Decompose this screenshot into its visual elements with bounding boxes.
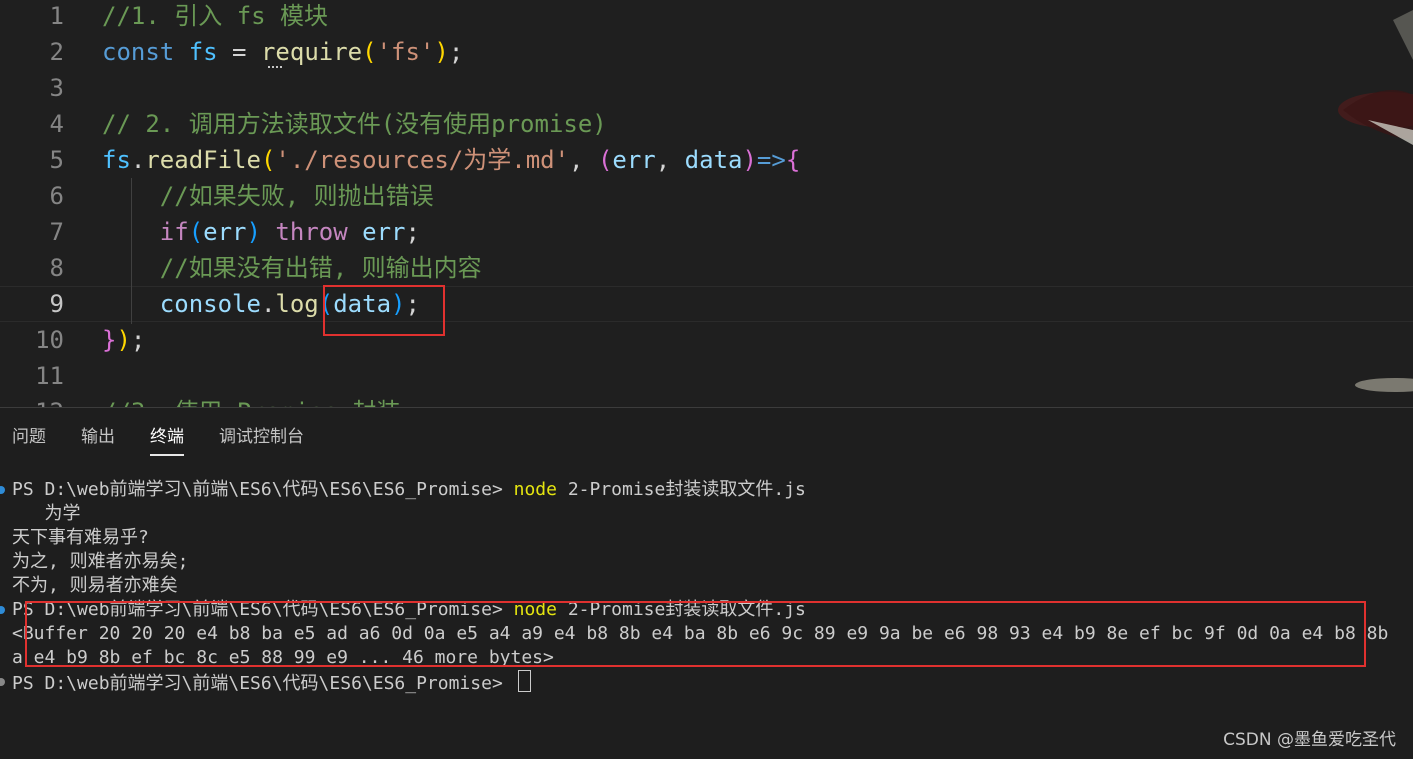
code-token: fs — [188, 38, 218, 66]
code-token: //如果没有出错, 则输出内容 — [102, 254, 482, 282]
terminal-cursor[interactable] — [517, 670, 531, 692]
line-code: //如果失败, 则抛出错误 — [102, 178, 434, 214]
line-number: 4 — [49, 110, 64, 138]
hint-squiggle — [268, 63, 282, 68]
code-token: , — [569, 146, 598, 174]
command-args: 2-Promise封装读取文件.js — [556, 479, 806, 500]
line-number: 10 — [35, 326, 64, 354]
code-token: ) — [434, 38, 449, 66]
output-line: 为学 — [12, 503, 81, 524]
code-token: ( — [597, 146, 613, 174]
line-number: 7 — [49, 218, 64, 246]
code-token: err — [362, 218, 406, 246]
line-number: 1 — [49, 2, 64, 30]
code-token: throw — [275, 218, 348, 246]
prompt: PS D:\web前端学习\前端\ES6\代码\ES6\ES6_Promise> — [12, 479, 514, 500]
line-number: 9 — [49, 290, 64, 318]
line-code: // 2. 调用方法读取文件(没有使用promise) — [102, 106, 607, 142]
highlight-box-buffer — [25, 601, 1366, 667]
code-line[interactable]: 1 //1. 引入 fs 模块 — [0, 0, 1413, 34]
tab-output[interactable]: 输出 — [81, 422, 115, 447]
code-token: //3. 使用 Promise 封装 — [102, 398, 400, 407]
terminal-line: PS D:\web前端学习\前端\ES6\代码\ES6\ES6_Promise> — [12, 670, 531, 696]
code-token: err — [203, 218, 247, 246]
code-token: const — [102, 38, 175, 66]
background-decoration — [1338, 10, 1413, 392]
code-token: //如果失败, 则抛出错误 — [102, 182, 434, 210]
line-code: }); — [102, 322, 145, 358]
code-line[interactable]: 3 — [0, 70, 1413, 106]
code-token: fs — [102, 146, 131, 174]
code-editor[interactable]: 1//1. 引入 fs 模块 2 const fs = require('fs');… — [0, 0, 1413, 407]
code-token: // 2. 调用方法读取文件(没有使用promise) — [102, 110, 607, 138]
line-code: fs.readFile('./resources/为学.md', (err, d… — [102, 142, 800, 178]
code-token: ; — [130, 326, 146, 354]
code-token: err — [612, 146, 656, 174]
line-number: 12 — [0, 394, 64, 407]
code-token: ( — [362, 38, 377, 66]
code-token: data — [684, 146, 743, 174]
line-number: 11 — [35, 362, 64, 390]
code-token: } — [102, 326, 117, 354]
code-token: . — [260, 290, 276, 318]
code-token: ) — [742, 146, 757, 174]
line-code: //如果没有出错, 则输出内容 — [102, 250, 482, 286]
code-token: //1. 引入 fs 模块 — [102, 2, 329, 30]
code-line[interactable]: 4 // 2. 调用方法读取文件(没有使用promise) — [0, 106, 1413, 142]
indent-guide — [131, 178, 132, 324]
line-code: //1. 引入 fs 模块 — [102, 0, 328, 34]
code-token: require — [260, 38, 363, 66]
line-number: 6 — [49, 182, 64, 210]
prompt: PS D:\web前端学习\前端\ES6\代码\ES6\ES6_Promise> — [12, 673, 514, 694]
line-number: 5 — [49, 146, 64, 174]
output-line: 天下事有难易乎? — [12, 527, 149, 548]
code-token: => — [756, 146, 786, 174]
code-line[interactable]: 2 const fs = require('fs'); — [0, 34, 1413, 70]
watermark: CSDN @墨鱼爱吃圣代 — [1223, 730, 1396, 750]
code-token: . — [130, 146, 146, 174]
code-token: if — [159, 218, 189, 246]
code-token: ; — [448, 38, 464, 66]
tab-terminal[interactable]: 终端 — [150, 422, 184, 456]
line-number: 2 — [49, 38, 64, 66]
bottom-panel: 问题 输出 终端 调试控制台 — [0, 407, 1413, 759]
code-token: 'fs' — [376, 38, 435, 66]
command: node — [513, 479, 557, 500]
line-number: 3 — [49, 74, 64, 102]
tab-debug-console[interactable]: 调试控制台 — [219, 422, 304, 447]
code-line[interactable]: 11 — [0, 358, 1413, 394]
line-number: 8 — [49, 254, 64, 282]
code-token: log — [275, 290, 319, 318]
code-token: console — [159, 290, 261, 318]
code-token: = — [217, 38, 261, 66]
line-code: //3. 使用 Promise 封装 — [102, 394, 400, 407]
code-line[interactable]: 5 fs.readFile('./resources/为学.md', (err, … — [0, 142, 1413, 178]
code-token: ; — [405, 218, 420, 246]
panel-tabs: 问题 输出 终端 调试控制台 — [0, 408, 1413, 458]
code-line[interactable]: 10}); — [0, 322, 1413, 358]
code-line[interactable]: 8 //如果没有出错, 则输出内容 — [0, 250, 1413, 286]
code-token: ) — [116, 326, 131, 354]
output-line: 为之, 则难者亦易矣; — [12, 551, 189, 572]
code-token: , — [655, 146, 685, 174]
terminal-line: PS D:\web前端学习\前端\ES6\代码\ES6\ES6_Promise>… — [12, 478, 806, 502]
code-line[interactable]: 9 console.log(data); — [0, 286, 1413, 322]
code-token: { — [785, 146, 801, 174]
line-code: if(err) throw err; — [102, 214, 420, 250]
code-line[interactable]: 6 //如果失败, 则抛出错误 — [0, 178, 1413, 214]
code-token: ) — [246, 218, 261, 246]
highlight-box-log-call — [323, 285, 445, 336]
code-line[interactable]: 7 if(err) throw err; — [0, 214, 1413, 250]
line-code: const fs = require('fs'); — [102, 34, 463, 70]
output-line: 不为, 则易者亦难矣 — [12, 575, 178, 596]
code-line[interactable]: 12 //3. 使用 Promise 封装 — [0, 394, 1413, 407]
code-token: ( — [188, 218, 204, 246]
code-token: './resources/为学.md' — [275, 146, 570, 174]
tab-problems[interactable]: 问题 — [12, 422, 46, 447]
code-token: readFile — [145, 146, 261, 174]
code-token: ( — [260, 146, 276, 174]
